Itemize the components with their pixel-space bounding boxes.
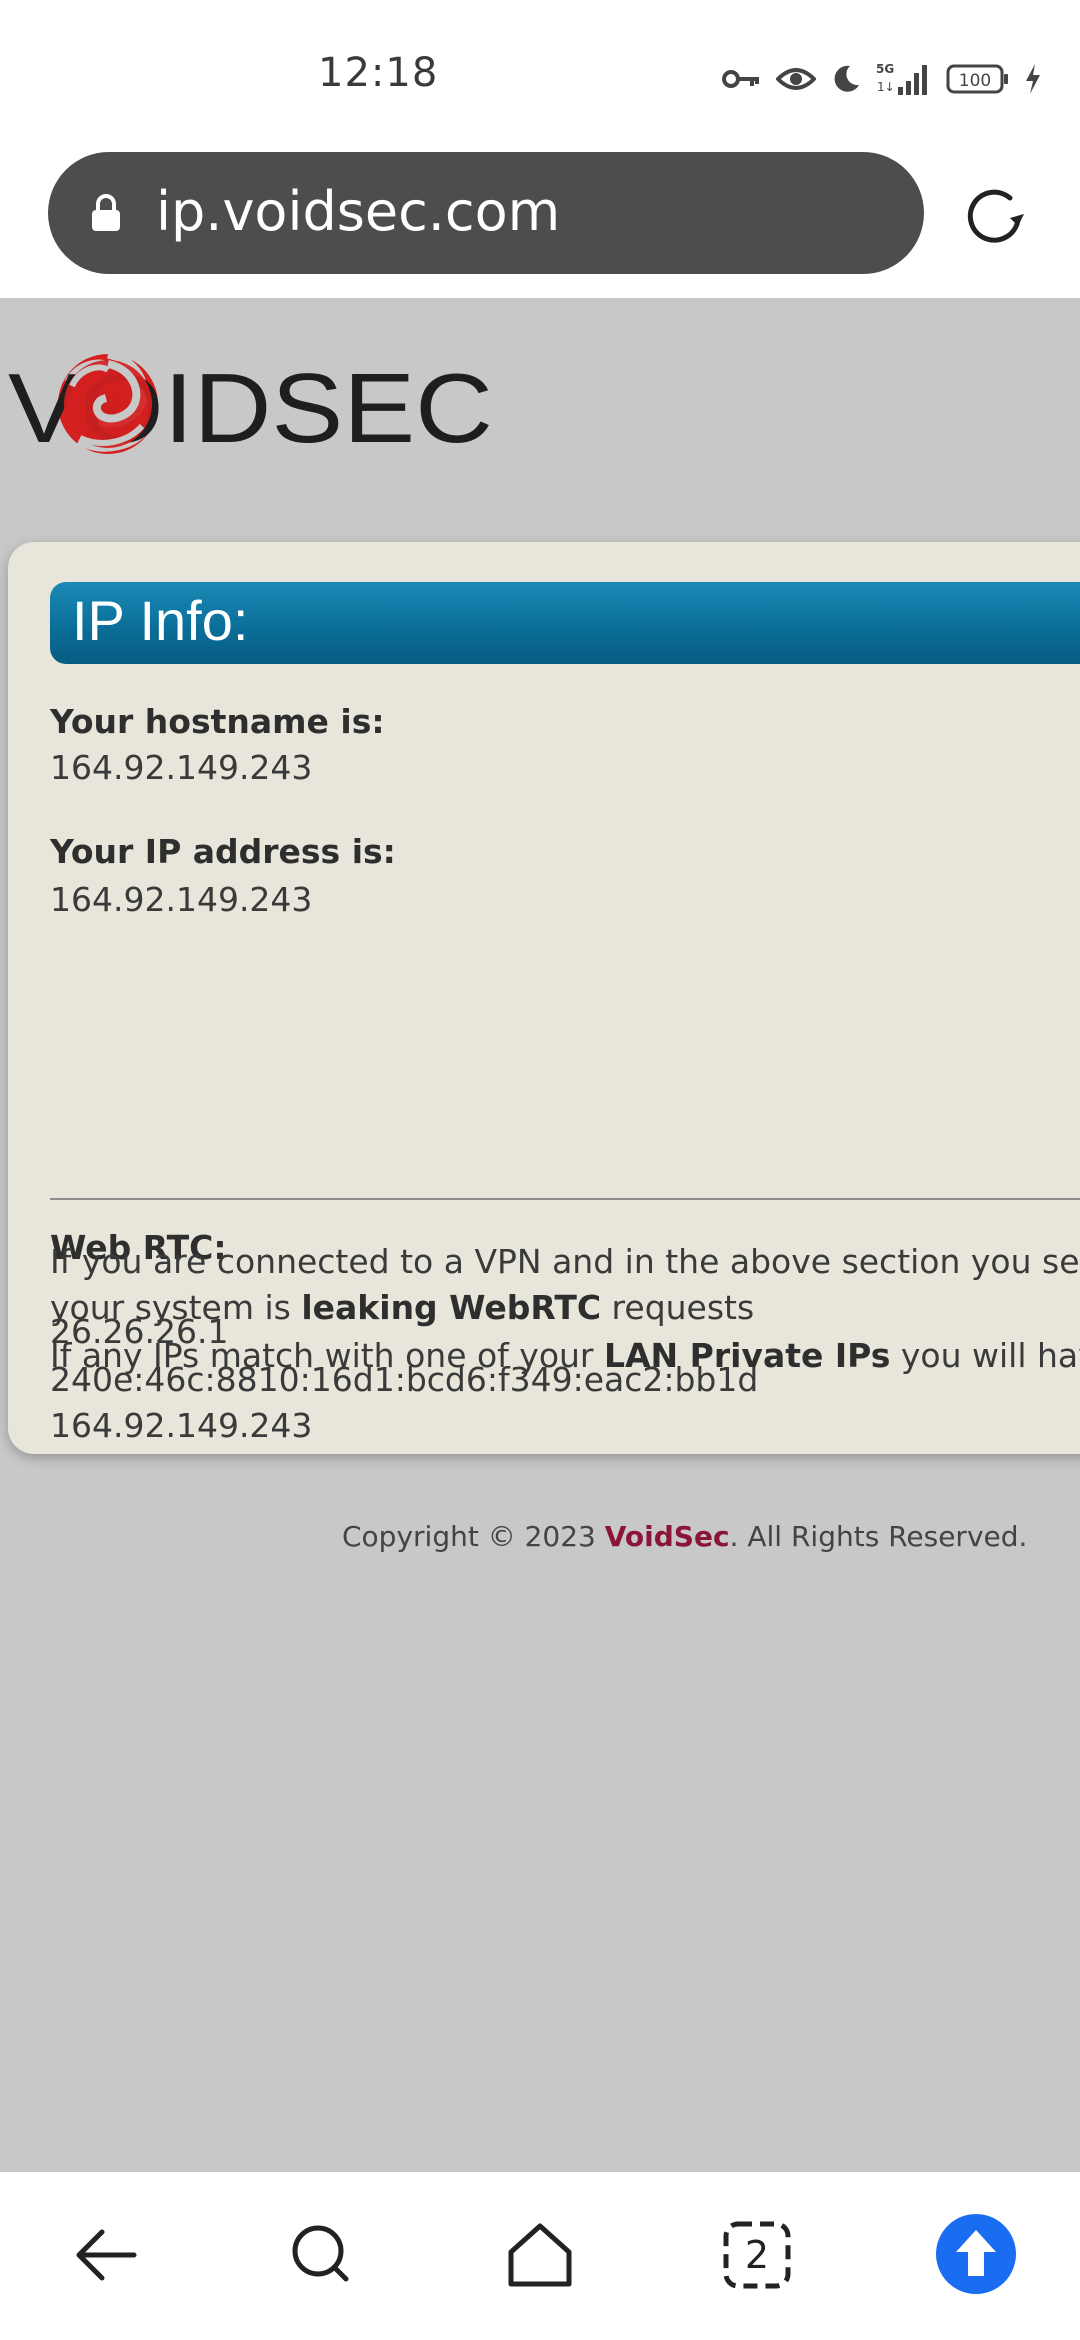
voidsec-link[interactable]: VoidSec	[605, 1520, 730, 1553]
leaking-webrtc-text: leaking WebRTC	[301, 1288, 602, 1327]
battery-icon: 100	[946, 63, 1010, 95]
eye-icon	[776, 65, 816, 93]
vpn-info-line-3-post: you will have a	[900, 1336, 1080, 1375]
home-icon	[508, 2223, 572, 2287]
5g-signal-icon: 5G 1↓	[876, 61, 932, 97]
status-bar: 12:18 5G 1↓ 100	[0, 0, 1080, 150]
search-button[interactable]	[276, 2210, 366, 2300]
ip-address-label: Your IP address is:	[50, 832, 396, 871]
tabs-button[interactable]: 2	[712, 2210, 802, 2300]
browser-toolbar: ip.voidsec.com	[0, 150, 1080, 298]
hostname-label: Your hostname is:	[50, 702, 385, 741]
address-bar[interactable]: ip.voidsec.com	[48, 152, 924, 274]
svg-text:1↓: 1↓	[877, 80, 895, 94]
charging-icon	[1024, 63, 1042, 95]
voidsec-logo: VOIDSEC	[8, 342, 498, 466]
hostname-value: 164.92.149.243	[50, 748, 313, 787]
tab-count: 2	[745, 2233, 769, 2277]
vpn-info-line-1: If you are connected to a VPN and in the…	[50, 1242, 1080, 1281]
vpn-info-line-2-pre: your system is	[50, 1288, 302, 1327]
webrtc-ip-3: 164.92.149.243	[50, 1406, 313, 1445]
battery-level: 100	[959, 71, 991, 91]
scroll-to-top-button[interactable]	[926, 2204, 1026, 2304]
status-time: 12:18	[318, 50, 439, 96]
vpn-info-line-2-post: requests	[601, 1288, 755, 1327]
vpn-info-line-3-pre: If any IPs match with one of your	[50, 1336, 604, 1375]
status-icons: 5G 1↓ 100	[722, 55, 1042, 103]
card-title: IP Info:	[72, 589, 249, 652]
lan-private-ips-text: LAN Private IPs	[603, 1336, 891, 1375]
vpn-info-line-2: your system is leaking WebRTC requests	[50, 1288, 754, 1327]
card-header: IP Info:	[50, 582, 1080, 664]
url-text[interactable]: ip.voidsec.com	[156, 180, 560, 243]
copyright-suffix: . All Rights Reserved.	[729, 1520, 1028, 1553]
home-button[interactable]	[495, 2210, 585, 2300]
back-button[interactable]	[64, 2210, 154, 2300]
network-label: 5G	[876, 62, 894, 76]
browser-bottom-nav: 2	[0, 2172, 1080, 2340]
copyright-footer: Copyright © 2023 VoidSec. All Rights Res…	[342, 1520, 1027, 1553]
key-icon	[722, 67, 762, 91]
section-divider	[50, 1198, 1080, 1200]
arrow-up-icon	[936, 2214, 1016, 2294]
search-icon	[292, 2225, 349, 2282]
lock-icon	[90, 194, 122, 236]
copyright-prefix: Copyright © 2023	[342, 1520, 605, 1553]
tabs-icon: 2	[723, 2221, 791, 2289]
ip-address-value: 164.92.149.243	[50, 880, 313, 919]
web-page: VOIDSEC IP Info: Your hostname is: 164.9…	[0, 298, 1080, 2172]
vpn-info-line-3: If any IPs match with one of your LAN Pr…	[50, 1336, 1080, 1375]
moon-icon	[830, 63, 862, 95]
reload-icon[interactable]	[960, 180, 1032, 256]
back-arrow-icon	[76, 2229, 137, 2281]
screen: 12:18 5G 1↓ 100 ip.voidsec.com VOIDSEC I…	[0, 0, 1080, 2340]
